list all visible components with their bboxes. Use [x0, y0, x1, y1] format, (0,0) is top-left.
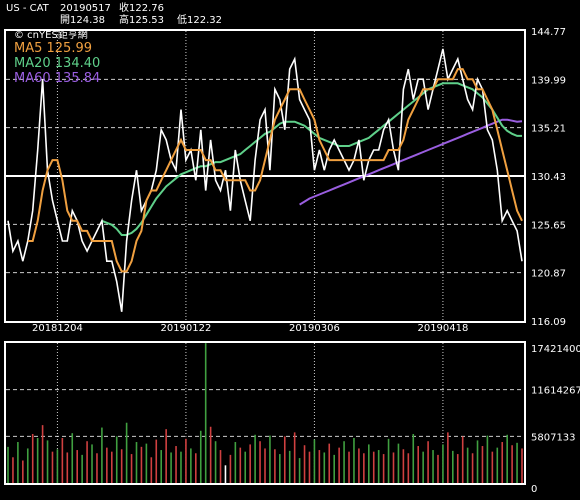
copyright-label: © cnYES鉅亨網 [14, 30, 88, 41]
y-tick-label: 120.87 [531, 269, 566, 280]
ma20-line [101, 82, 522, 236]
y-tick-label: 116.09 [531, 317, 566, 328]
x-tick-label: 20181204 [32, 323, 83, 334]
volume-tick-label: 0 [531, 484, 537, 495]
legend-ma5: MA5 125.99 [14, 41, 92, 56]
volume-tick-label: 5807133 [531, 432, 576, 443]
x-tick-label: 20190306 [289, 323, 340, 334]
legend-ma20: MA20 134.40 [14, 56, 101, 71]
x-tick-label: 20190122 [160, 323, 211, 334]
y-tick-label: 125.65 [531, 220, 566, 231]
chart-legend: © cnYES鉅亨網 MA5 125.99 MA20 134.40 MA60 1… [14, 30, 100, 86]
y-tick-label: 130.43 [531, 172, 566, 183]
x-tick-label: 20190418 [417, 323, 468, 334]
volume-tick-label: 11614267 [531, 386, 580, 397]
y-tick-label: 139.99 [531, 75, 566, 86]
legend-ma60: MA60 135.84 [14, 71, 101, 86]
volume-tick-label: 17421400 [531, 344, 580, 355]
y-tick-label: 144.77 [531, 27, 566, 38]
y-tick-label: 135.21 [531, 124, 566, 135]
